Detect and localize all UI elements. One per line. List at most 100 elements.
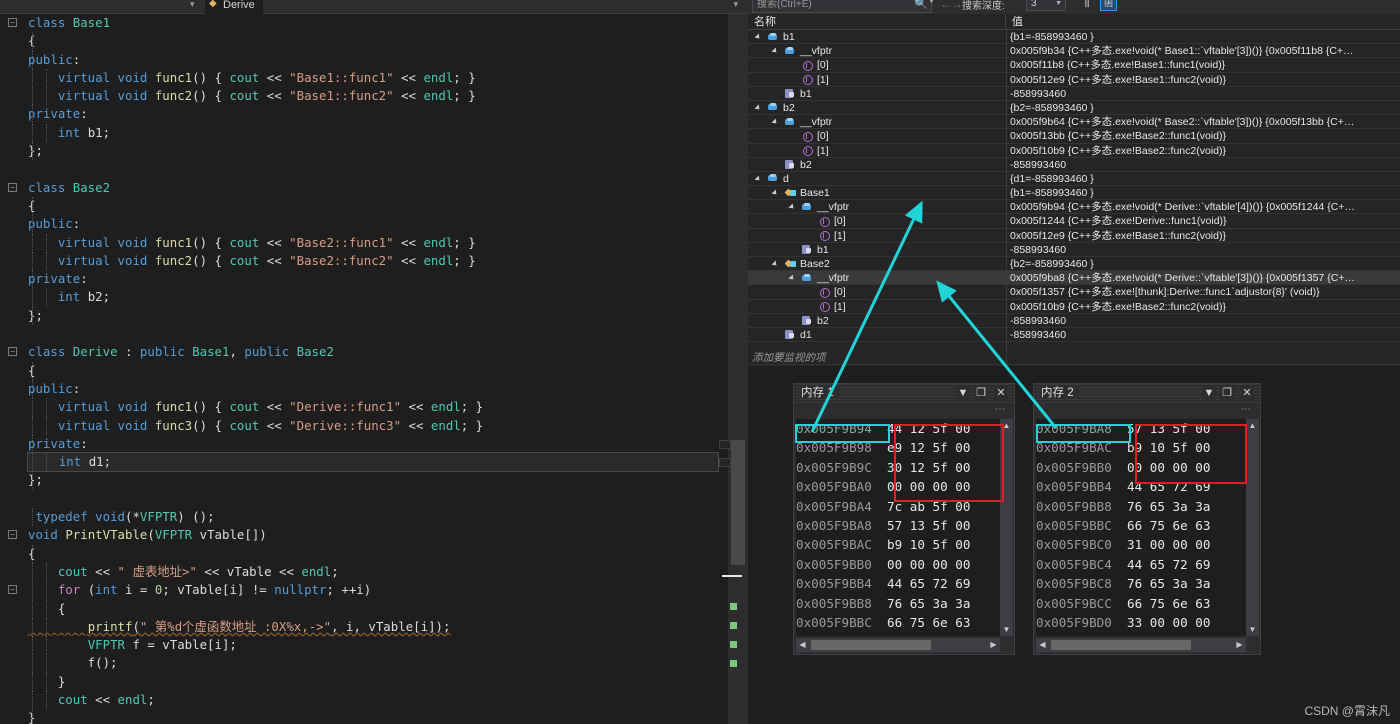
tree-expander-triangle-icon[interactable] <box>788 203 796 211</box>
watch-row-value[interactable]: 0x005f10b9 {C++多态.exe!Base2::func2(void)… <box>1007 300 1400 314</box>
scroll-right-arrow-icon[interactable]: ▶ <box>1233 638 1246 652</box>
tree-expander-triangle-icon[interactable] <box>754 33 762 41</box>
memory-bytes[interactable]: 66 75 6e 63 <box>1112 596 1210 611</box>
editor-vertical-scrollbar[interactable] <box>728 14 748 724</box>
watch-row-name-cell[interactable]: __vfptr <box>748 115 1006 129</box>
watch-row-value[interactable]: {b2=-858993460 } <box>1007 101 1400 115</box>
watch-row-value[interactable]: 0x005f11b8 {C++多态.exe!Base1::func1(void)… <box>1007 58 1400 72</box>
scroll-left-arrow-icon[interactable]: ◀ <box>796 638 809 652</box>
watch-row[interactable]: b2{b2=-858993460 }Base2 <box>748 101 1400 116</box>
memory-bytes[interactable]: 76 65 3a 3a <box>1112 499 1210 514</box>
code-fold-toggle-icon[interactable]: − <box>8 182 17 192</box>
memory-window-2-address-bar[interactable] <box>1034 403 1260 419</box>
columns-icon[interactable]: ⫼ <box>1079 0 1095 11</box>
watch-row-name-cell[interactable]: b1 <box>748 243 1006 257</box>
memory-window-1-hscrollbar[interactable]: ◀ ▶ <box>796 638 1000 652</box>
memory-bytes[interactable]: 76 65 3a 3a <box>1112 576 1210 591</box>
chevron-down-icon[interactable]: ▼ <box>1202 386 1216 401</box>
watch-row[interactable]: b1{b1=-858993460 }Base1 <box>748 30 1400 45</box>
scroll-up-arrow-icon[interactable]: ▲ <box>1246 419 1259 432</box>
memory-bytes[interactable]: 33 00 00 00 <box>1112 615 1210 630</box>
watch-row[interactable]: __vfptr 0x005f9b34 {C++多态.exe!void(* Base… <box>748 44 1400 59</box>
watch-row[interactable]: __vfptr 0x005f9ba8 {C++多态.exe!void(* Deri… <box>748 271 1400 286</box>
watch-row-value[interactable]: 0x005f13bb {C++多态.exe!Base2::func1(void)… <box>1007 129 1400 143</box>
code-fold-toggle-icon[interactable]: − <box>8 530 17 540</box>
search-depth-select[interactable]: 3 ▼ <box>1026 0 1066 11</box>
watch-row[interactable]: Base2{b2=-858993460 }Base2 <box>748 257 1400 272</box>
watch-row-name-cell[interactable]: [1] <box>748 144 1006 158</box>
code-fold-toggle-icon[interactable]: − <box>8 585 17 595</box>
memory-window-2-hscrollbar[interactable]: ◀ ▶ <box>1036 638 1246 652</box>
memory-bytes[interactable]: 31 00 00 00 <box>1112 537 1210 552</box>
memory-bytes[interactable]: 44 65 72 69 <box>872 576 970 591</box>
search-icon[interactable]: 🔍 <box>914 0 928 10</box>
watch-row-value[interactable]: {b2=-858993460 } <box>1007 257 1400 271</box>
watch-row[interactable]: [1] 0x005f10b9 {C++多态.exe!Base2::func2(vo… <box>748 144 1400 158</box>
watch-row[interactable]: [0] 0x005f1357 {C++多态.exe![thunk]:Derive:… <box>748 285 1400 300</box>
code-fold-toggle-icon[interactable]: − <box>8 347 17 357</box>
watch-row-value[interactable]: 0x005f9b34 {C++多态.exe!void(* Base1::`vft… <box>1007 44 1400 58</box>
memory-window-1-address-bar[interactable] <box>794 403 1014 419</box>
watch-row-name-cell[interactable]: b2 <box>748 314 1006 328</box>
memory-bytes[interactable]: 57 13 5f 00 <box>872 518 970 533</box>
editor-scrollbar-thumb[interactable] <box>731 440 745 565</box>
maximize-icon[interactable]: ❐ <box>1220 386 1234 401</box>
memory-bytes[interactable]: b9 10 5f 00 <box>872 537 970 552</box>
memory-window-2-vscrollbar[interactable]: ▲ ▼ <box>1246 419 1259 636</box>
watch-row-name-cell[interactable]: b2 <box>748 101 1006 115</box>
tree-expander-triangle-icon[interactable] <box>771 118 779 126</box>
watch-row-name-cell[interactable]: b1 <box>748 87 1006 101</box>
memory-window-1-titlebar[interactable]: 内存 1 ▼ ❐ ✕ <box>794 384 1014 403</box>
watch-row[interactable]: [1] 0x005f12e9 {C++多态.exe!Base1::func2(vo… <box>748 229 1400 243</box>
scroll-right-arrow-icon[interactable]: ▶ <box>987 638 1000 652</box>
maximize-icon[interactable]: ❐ <box>974 386 988 401</box>
memory-bytes[interactable]: 44 65 72 69 <box>1112 557 1210 572</box>
scroll-left-arrow-icon[interactable]: ◀ <box>1036 638 1049 652</box>
memory-bytes[interactable]: 76 65 3a 3a <box>872 596 970 611</box>
watch-row-name-cell[interactable]: Base1 <box>748 186 1006 200</box>
watch-row[interactable]: [0] 0x005f11b8 {C++多态.exe!Base1::func1(vo… <box>748 58 1400 73</box>
chevron-down-icon[interactable]: ▼ <box>1055 0 1062 10</box>
watch-row[interactable]: __vfptr 0x005f9b64 {C++多态.exe!void(* Base… <box>748 115 1400 130</box>
watch-row-value[interactable]: -858993460 <box>1007 314 1400 328</box>
tree-expander-triangle-icon[interactable] <box>754 104 762 112</box>
watch-row-value[interactable]: 0x005f9ba8 {C++多态.exe!void(* Derive::`vf… <box>1007 271 1400 285</box>
watch-row[interactable]: b1-858993460int <box>748 243 1400 257</box>
editor-tab-derive[interactable]: ◆ Derive <box>205 0 263 14</box>
watch-row-name-cell[interactable]: b2 <box>748 158 1006 172</box>
close-icon[interactable]: ✕ <box>994 386 1008 401</box>
memory-bytes[interactable]: 66 75 6e 63 <box>872 615 970 630</box>
watch-row-name-cell[interactable]: b1 <box>748 30 1006 44</box>
memory-bytes[interactable]: 00 00 00 00 <box>872 557 970 572</box>
hscrollbar-thumb[interactable] <box>811 640 931 650</box>
watch-row-value[interactable]: 0x005f12e9 {C++多态.exe!Base1::func2(void)… <box>1007 229 1400 243</box>
watch-row-value[interactable]: 0x005f10b9 {C++多态.exe!Base2::func2(void)… <box>1007 144 1400 158</box>
watch-row-value[interactable]: -858993460 <box>1007 87 1400 101</box>
watch-row-value[interactable]: 0x005f1357 {C++多态.exe![thunk]:Derive::fu… <box>1007 285 1400 299</box>
hscrollbar-thumb[interactable] <box>1051 640 1191 650</box>
watch-row-value[interactable]: -858993460 <box>1007 243 1400 257</box>
watch-row[interactable]: b2-858993460int <box>748 314 1400 328</box>
watch-row-value[interactable]: 0x005f12e9 {C++多态.exe!Base1::func2(void)… <box>1007 73 1400 87</box>
close-icon[interactable]: ✕ <box>1240 386 1254 401</box>
watch-row[interactable]: [0] 0x005f13bb {C++多态.exe!Base2::func1(vo… <box>748 129 1400 144</box>
tree-expander-triangle-icon[interactable] <box>788 274 796 282</box>
watch-col-divider-1[interactable] <box>1006 30 1007 351</box>
watch-row[interactable]: b2-858993460int <box>748 158 1400 172</box>
watch-row[interactable]: [0] 0x005f1244 {C++多态.exe!Derive::func1(v… <box>748 214 1400 229</box>
watch-row-value[interactable]: -858993460 <box>1007 158 1400 172</box>
watch-row-name-cell[interactable]: [0] <box>748 129 1006 143</box>
hex-display-toggle-button[interactable]: 函 <box>1100 0 1117 11</box>
watch-row[interactable]: [1] 0x005f10b9 {C++多态.exe!Base2::func2(vo… <box>748 300 1400 314</box>
watch-row-name-cell[interactable]: d1 <box>748 328 1006 342</box>
memory-bytes[interactable]: 66 75 6e 63 <box>1112 518 1210 533</box>
tree-expander-triangle-icon[interactable] <box>771 260 779 268</box>
tab-scroll-left-icon[interactable]: ▾ <box>190 0 195 10</box>
tree-expander-triangle-icon[interactable] <box>771 189 779 197</box>
watch-row-name-cell[interactable]: [0] <box>748 285 1006 299</box>
watch-row-name-cell[interactable]: [0] <box>748 58 1006 72</box>
column-header-name[interactable]: 名称 <box>748 14 1006 30</box>
watch-row[interactable]: Base1{b1=-858993460 }Base1 <box>748 186 1400 201</box>
memory-window-1-overflow-icon[interactable]: ⋯ <box>995 404 1006 415</box>
watch-row[interactable]: d1-858993460int <box>748 328 1400 343</box>
